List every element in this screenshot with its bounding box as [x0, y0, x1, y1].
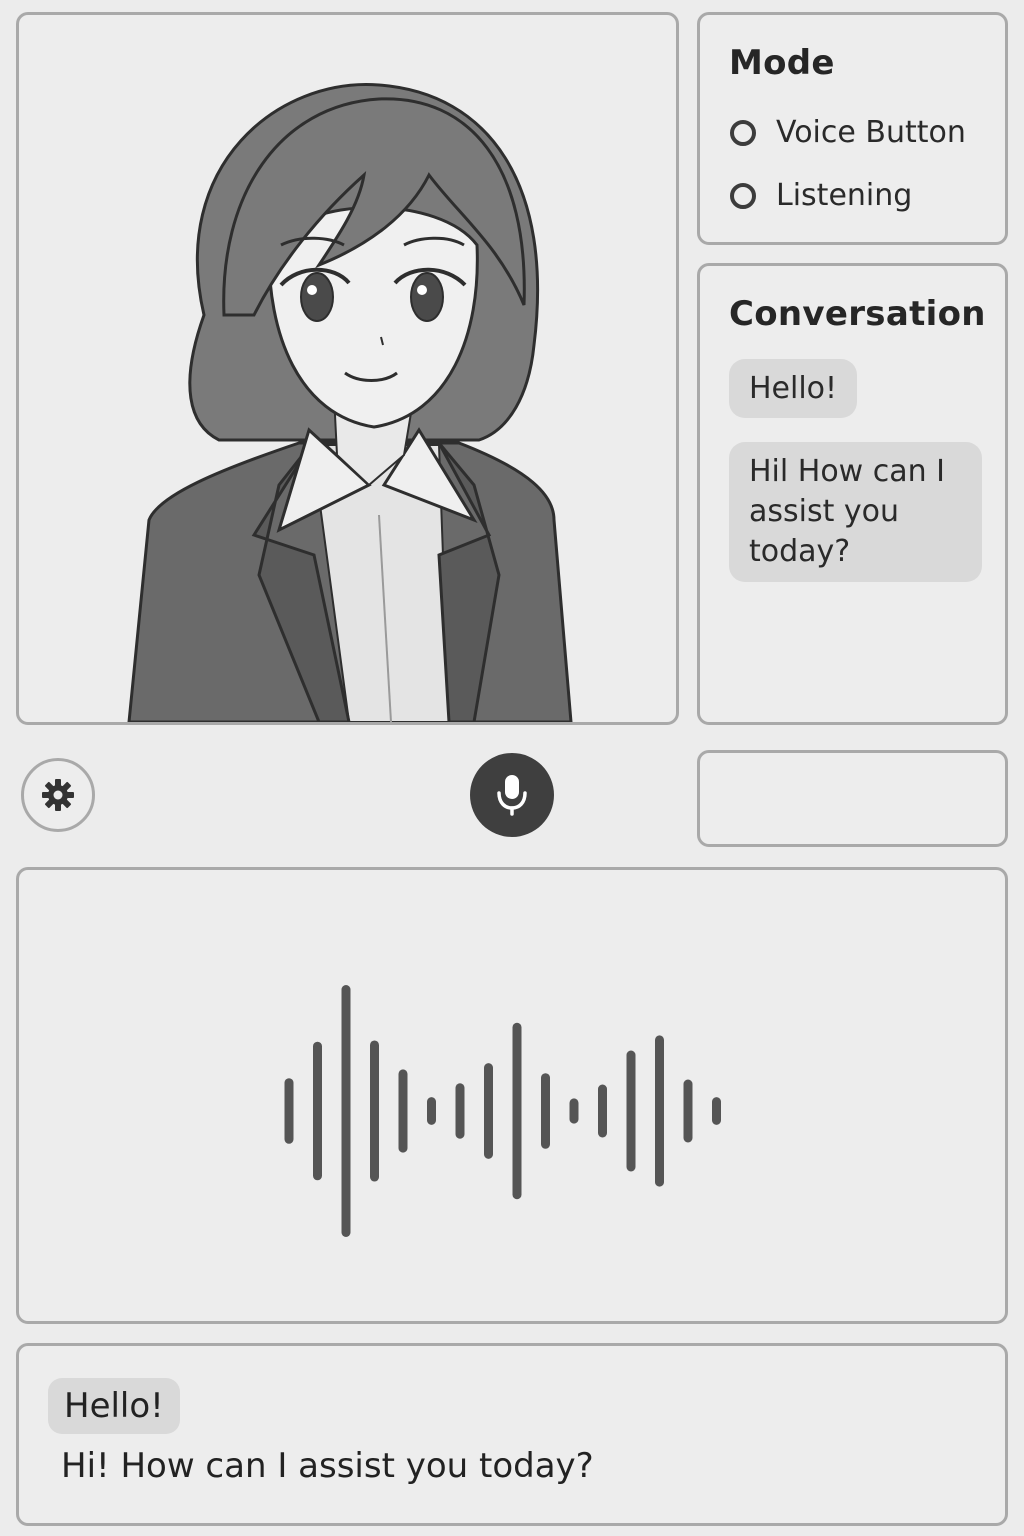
transcript-user-message: Hello!: [48, 1378, 180, 1434]
mode-option-listening[interactable]: Listening: [730, 178, 912, 213]
avatar-illustration: [127, 83, 573, 722]
mode-panel: Mode Voice Button Listening: [697, 12, 1008, 245]
waveform-bar: [455, 1083, 465, 1139]
waveform-bar: [341, 985, 351, 1237]
waveform-bar: [541, 1073, 550, 1149]
waveform-bar: [313, 1041, 322, 1181]
conversation-title: Conversation: [729, 294, 986, 334]
user-message-bubble: Hello!: [729, 359, 858, 418]
waveform-bar: [626, 1050, 636, 1172]
waveform-bar: [370, 1040, 379, 1182]
microphone-icon: [497, 775, 527, 816]
radio-circle-icon[interactable]: [730, 119, 756, 146]
waveform-bar: [284, 1078, 294, 1144]
transcript-assistant-message: Hi! How can I assist you today?: [61, 1446, 594, 1486]
text-input-box[interactable]: [697, 750, 1008, 847]
mode-option-label: Listening: [776, 178, 913, 213]
conversation-panel: Conversation Hello! Hil How can I assist…: [697, 263, 1008, 725]
waveform-bar: [598, 1084, 607, 1138]
waveform-bar: [398, 1069, 408, 1153]
gear-icon: [42, 779, 74, 811]
waveform-bar: [484, 1063, 493, 1159]
waveform-panel: [16, 867, 1008, 1324]
radio-circle-icon[interactable]: [730, 182, 756, 209]
settings-button[interactable]: [21, 758, 95, 832]
avatar-panel: [16, 12, 679, 725]
waveform-bar: [569, 1098, 579, 1124]
transcript-panel: Hello! Hi! How can I assist you today?: [16, 1343, 1008, 1526]
waveform-bar: [712, 1097, 721, 1125]
microphone-button[interactable]: [470, 753, 554, 837]
mode-title: Mode: [729, 43, 835, 83]
waveform-bar: [655, 1035, 664, 1187]
waveform-bar: [512, 1022, 522, 1200]
mode-option-label: Voice Button: [776, 115, 966, 150]
waveform-bar: [683, 1079, 693, 1143]
waveform-bar: [427, 1097, 436, 1125]
audio-waveform: [284, 985, 721, 1237]
mode-option-voice-button[interactable]: Voice Button: [730, 115, 966, 150]
assistant-message-bubble: Hil How can I assist you today?: [729, 442, 982, 582]
